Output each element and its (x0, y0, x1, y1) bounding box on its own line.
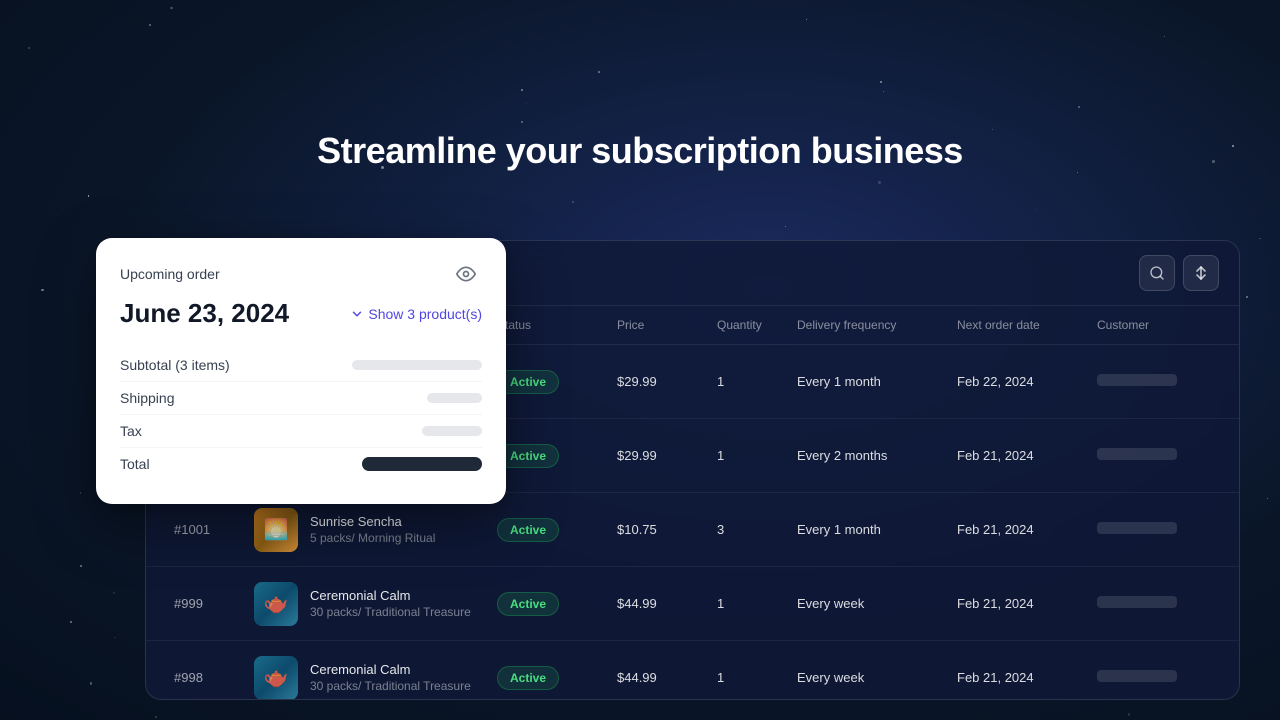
popup-total-label: Total (120, 456, 150, 472)
product-thumbnail: 🫖 (254, 656, 298, 700)
cell-customer (1089, 366, 1219, 397)
upcoming-order-popup: Upcoming order June 23, 2024 Show 3 prod… (96, 238, 506, 504)
cell-status: Active (489, 362, 609, 402)
col-header-quantity: Quantity (709, 314, 789, 336)
cell-customer (1089, 588, 1219, 619)
popup-tax-line: Tax (120, 415, 482, 448)
col-header-customer: Customer (1089, 314, 1219, 336)
cell-quantity: 1 (709, 588, 789, 619)
product-name: Ceremonial Calm (310, 662, 471, 677)
product-info: Sunrise Sencha 5 packs/ Morning Ritual (310, 514, 435, 545)
popup-shipping-value (427, 393, 482, 403)
cell-frequency: Every 1 month (789, 514, 949, 545)
cell-next-order: Feb 21, 2024 (949, 440, 1089, 471)
cell-status: Active (489, 510, 609, 550)
customer-blurred (1097, 448, 1177, 460)
cell-quantity: 1 (709, 662, 789, 693)
page-title: Streamline your subscription business (0, 130, 1280, 172)
col-header-next-order: Next order date (949, 314, 1089, 336)
popup-title: Upcoming order (120, 266, 220, 282)
table-row[interactable]: #998 🫖 Ceremonial Calm 30 packs/ Traditi… (146, 641, 1239, 700)
table-row[interactable]: #999 🫖 Ceremonial Calm 30 packs/ Traditi… (146, 567, 1239, 641)
cell-customer (1089, 662, 1219, 693)
cell-customer (1089, 514, 1219, 545)
cell-status: Active (489, 658, 609, 698)
popup-date-row: June 23, 2024 Show 3 product(s) (120, 298, 482, 329)
product-thumbnail: 🫖 (254, 582, 298, 626)
cell-next-order: Feb 21, 2024 (949, 514, 1089, 545)
cell-status: Active (489, 584, 609, 624)
cell-product: 🌅 Sunrise Sencha 5 packs/ Morning Ritual (246, 500, 489, 560)
popup-tax-value (422, 426, 482, 436)
cell-price: $44.99 (609, 662, 709, 693)
cell-order-id: #1001 (166, 514, 246, 545)
cell-product: 🫖 Ceremonial Calm 30 packs/ Traditional … (246, 574, 489, 634)
popup-total-value (362, 457, 482, 471)
table-row[interactable]: #1001 🌅 Sunrise Sencha 5 packs/ Morning … (146, 493, 1239, 567)
product-name: Ceremonial Calm (310, 588, 471, 603)
popup-eye-button[interactable] (450, 258, 482, 290)
customer-blurred (1097, 374, 1177, 386)
customer-blurred (1097, 522, 1177, 534)
status-badge: Active (497, 518, 559, 542)
cell-price: $10.75 (609, 514, 709, 545)
product-info: Ceremonial Calm 30 packs/ Traditional Tr… (310, 662, 471, 693)
cell-frequency: Every week (789, 662, 949, 693)
popup-date: June 23, 2024 (120, 298, 289, 329)
popup-show-products-link[interactable]: Show 3 product(s) (350, 306, 482, 322)
product-name: Sunrise Sencha (310, 514, 435, 529)
cell-quantity: 1 (709, 440, 789, 471)
product-variant: 30 packs/ Traditional Treasure (310, 679, 471, 693)
popup-header: Upcoming order (120, 258, 482, 290)
cell-next-order: Feb 21, 2024 (949, 662, 1089, 693)
product-variant: 5 packs/ Morning Ritual (310, 531, 435, 545)
popup-subtotal-label: Subtotal (3 items) (120, 357, 230, 373)
cell-customer (1089, 440, 1219, 471)
cell-order-id: #998 (166, 662, 246, 693)
status-badge: Active (497, 592, 559, 616)
popup-total-line: Total (120, 448, 482, 480)
product-thumbnail: 🌅 (254, 508, 298, 552)
cell-frequency: Every week (789, 588, 949, 619)
customer-blurred (1097, 670, 1177, 682)
cell-product: 🫖 Ceremonial Calm 30 packs/ Traditional … (246, 648, 489, 701)
cell-status: Active (489, 436, 609, 476)
popup-subtotal-value (352, 360, 482, 370)
popup-subtotal-line: Subtotal (3 items) (120, 349, 482, 382)
cell-next-order: Feb 22, 2024 (949, 366, 1089, 397)
cell-next-order: Feb 21, 2024 (949, 588, 1089, 619)
search-button[interactable] (1139, 255, 1175, 291)
product-variant: 30 packs/ Traditional Treasure (310, 605, 471, 619)
cell-price: $29.99 (609, 440, 709, 471)
cell-quantity: 1 (709, 366, 789, 397)
col-header-status: Status (489, 314, 609, 336)
popup-shipping-label: Shipping (120, 390, 175, 406)
cell-frequency: Every 2 months (789, 440, 949, 471)
popup-shipping-line: Shipping (120, 382, 482, 415)
cell-price: $44.99 (609, 588, 709, 619)
product-info: Ceremonial Calm 30 packs/ Traditional Tr… (310, 588, 471, 619)
status-badge: Active (497, 370, 559, 394)
customer-blurred (1097, 596, 1177, 608)
status-badge: Active (497, 444, 559, 468)
cell-order-id: #999 (166, 588, 246, 619)
status-badge: Active (497, 666, 559, 690)
filter-sort-button[interactable] (1183, 255, 1219, 291)
cell-quantity: 3 (709, 514, 789, 545)
col-header-price: Price (609, 314, 709, 336)
cell-price: $29.99 (609, 366, 709, 397)
cell-frequency: Every 1 month (789, 366, 949, 397)
popup-tax-label: Tax (120, 423, 142, 439)
popup-show-label: Show 3 product(s) (368, 306, 482, 322)
col-header-frequency: Delivery frequency (789, 314, 949, 336)
